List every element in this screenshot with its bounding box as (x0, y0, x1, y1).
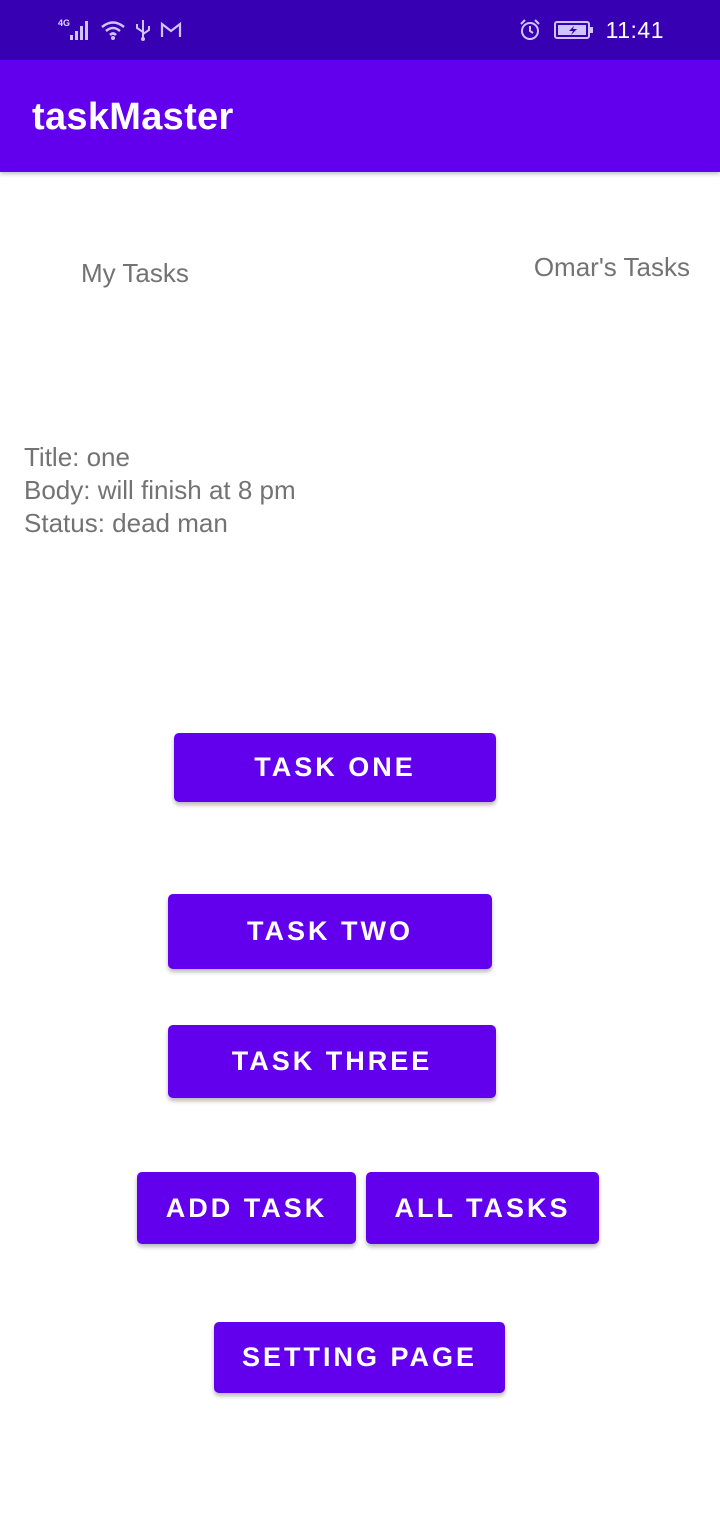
app-title: taskMaster (32, 96, 234, 138)
battery-icon (553, 20, 594, 40)
wifi-icon (100, 19, 126, 41)
task-detail: Title: one Body: will finish at 8 pm Sta… (24, 441, 296, 540)
task-two-button[interactable]: TASK TWO (168, 894, 492, 969)
status-time: 11:41 (605, 16, 664, 43)
signal-icon: 4G (58, 18, 92, 42)
add-task-button[interactable]: ADD TASK (137, 1172, 356, 1244)
app-bar: taskMaster (0, 60, 720, 172)
status-bar: 4G 11:41 (0, 0, 720, 60)
task-status-line: Status: dead man (24, 508, 228, 538)
usb-icon (134, 18, 152, 42)
user-tasks-label: Omar's Tasks (533, 252, 690, 282)
all-tasks-button[interactable]: ALL TASKS (366, 1172, 599, 1244)
alarm-icon (518, 18, 542, 42)
task-one-button[interactable]: TASK ONE (174, 733, 496, 802)
gmail-icon (160, 21, 182, 39)
status-icons-left: 4G (58, 16, 182, 44)
setting-page-button[interactable]: SETTING PAGE (214, 1322, 505, 1393)
task-three-button[interactable]: TASK THREE (168, 1025, 496, 1098)
status-icons-right: 11:41 (518, 14, 664, 46)
task-body-line: Body: will finish at 8 pm (24, 475, 296, 505)
task-title-line: Title: one (24, 442, 130, 472)
my-tasks-label: My Tasks (81, 258, 189, 288)
